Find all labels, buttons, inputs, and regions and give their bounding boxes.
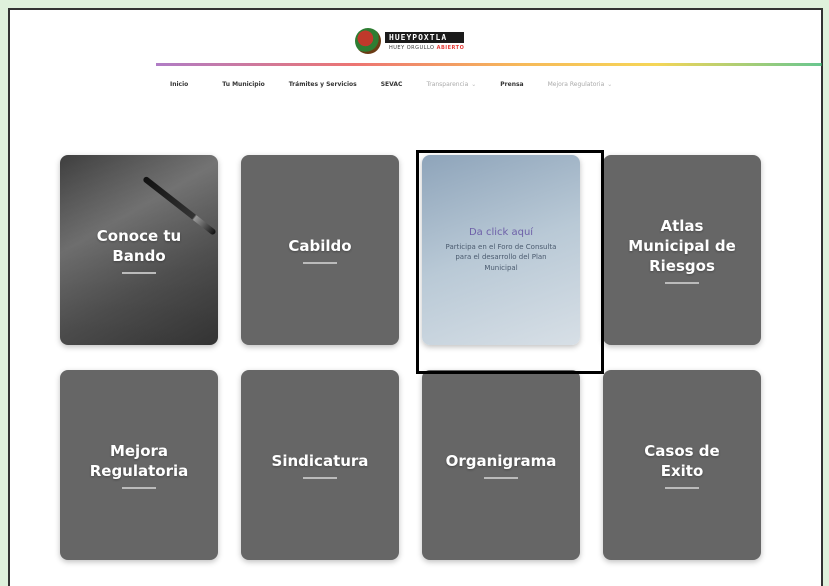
logo-name: HUEYPOXTLA <box>385 31 465 43</box>
card-sindicatura[interactable]: Sindicatura <box>241 370 399 560</box>
card-cabildo[interactable]: Cabildo <box>241 155 399 345</box>
nav-item-tu-municipio[interactable]: Tu Municipio <box>200 81 276 88</box>
nav-item-inicio[interactable]: Inicio <box>156 81 200 88</box>
nav-item-tramites[interactable]: Trámites y Servicios <box>277 81 369 88</box>
card-organigrama[interactable]: Organigrama <box>422 370 580 560</box>
chevron-down-icon: ⌄ <box>607 80 613 88</box>
card-casos-de-exito[interactable]: Casos de Exito <box>603 370 761 560</box>
title-underline <box>303 477 337 480</box>
title-underline <box>484 477 518 480</box>
card-title: Casos de Exito <box>644 441 720 480</box>
nav-item-prensa[interactable]: Prensa <box>488 81 535 88</box>
municipality-logo[interactable]: HUEYPOXTLA HUEY ORGULLO ABIERTO <box>355 26 495 56</box>
title-underline <box>303 262 337 265</box>
card-title: Organigrama <box>445 451 557 470</box>
chevron-down-icon: ⌄ <box>471 80 477 88</box>
card-title: Conoce tu Bando <box>96 226 182 265</box>
title-underline <box>122 272 156 275</box>
card-title: Cabildo <box>288 236 352 255</box>
title-underline <box>665 282 699 285</box>
card-mejora-regulatoria[interactable]: Mejora Regulatoria <box>60 370 218 560</box>
nav-item-sevac[interactable]: SEVAC <box>369 81 415 88</box>
nav-item-transparencia[interactable]: Transparencia ⌄ <box>414 81 488 88</box>
main-nav: Inicio Tu Municipio Trámites y Servicios… <box>156 74 822 94</box>
selection-highlight <box>416 150 604 374</box>
coat-of-arms-icon <box>355 28 381 54</box>
card-title: Atlas Municipal de Riesgos <box>628 216 736 276</box>
card-atlas-riesgos[interactable]: Atlas Municipal de Riesgos <box>603 155 761 345</box>
nav-item-mejora-regulatoria[interactable]: Mejora Regulatoria ⌄ <box>536 81 625 88</box>
browser-viewport: HUEYPOXTLA HUEY ORGULLO ABIERTO Inicio T… <box>8 8 823 586</box>
nav-divider <box>156 63 822 66</box>
logo-tagline: HUEY ORGULLO ABIERTO <box>389 44 465 51</box>
title-underline <box>665 487 699 490</box>
title-underline <box>122 487 156 490</box>
card-conoce-tu-bando[interactable]: Conoce tu Bando <box>60 155 218 345</box>
card-title: Sindicatura <box>271 451 369 470</box>
card-title: Mejora Regulatoria <box>89 441 189 480</box>
